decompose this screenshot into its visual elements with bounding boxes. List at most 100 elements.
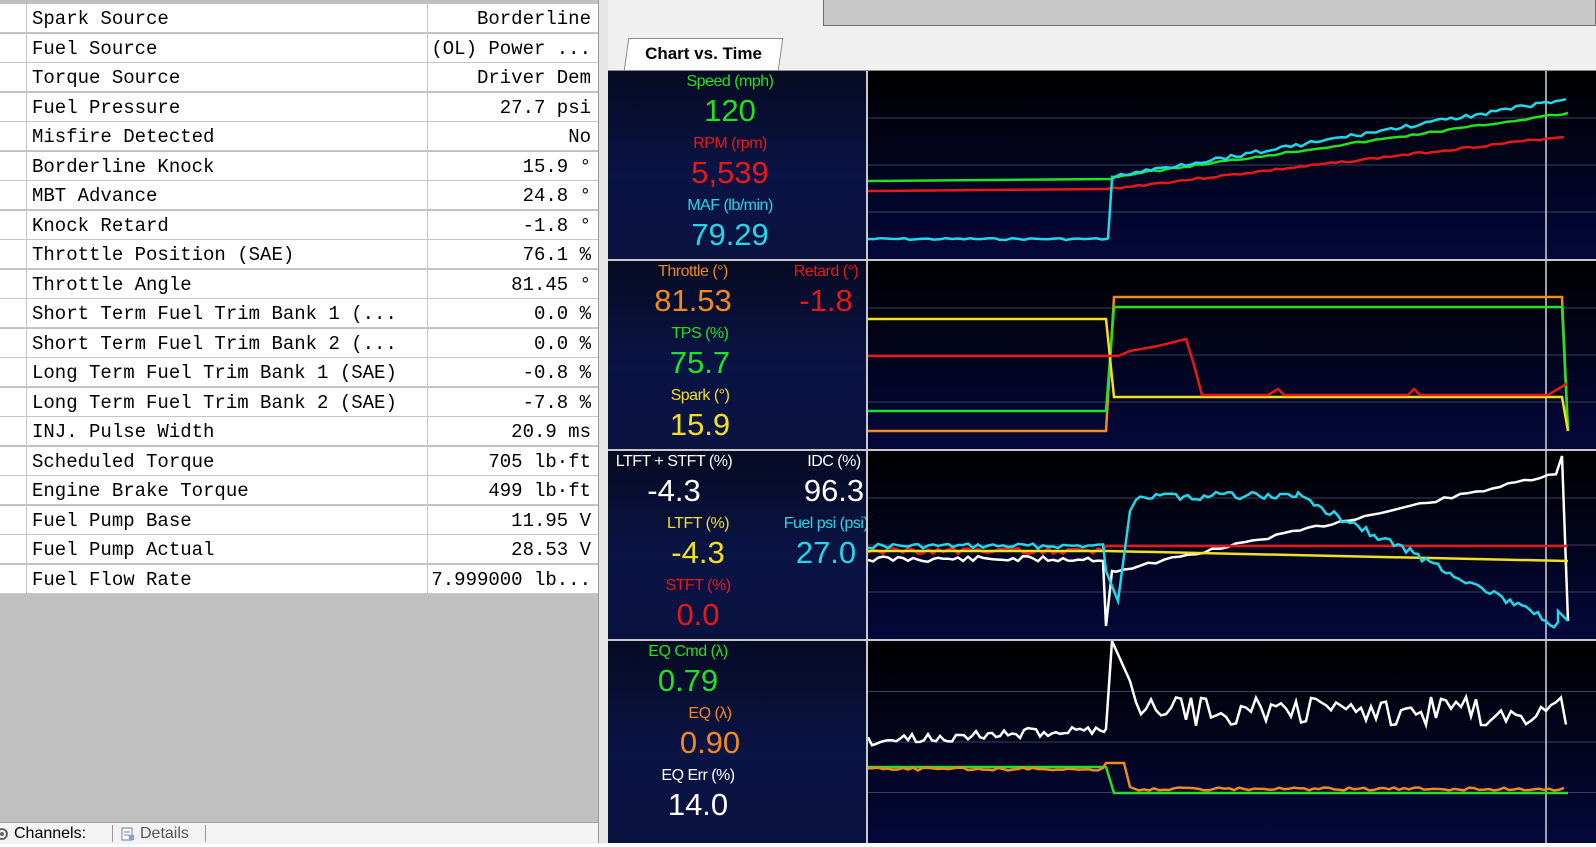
param-name: Fuel Pump Base bbox=[32, 509, 192, 532]
param-value: 24.8 ° bbox=[522, 185, 591, 207]
row-header bbox=[0, 476, 27, 505]
trace-svg bbox=[868, 451, 1596, 639]
param-value: -1.8 ° bbox=[522, 214, 591, 237]
document-icon bbox=[120, 826, 136, 842]
param-name: Short Term Fuel Trim Bank 1 (... bbox=[32, 303, 397, 325]
param-name: Knock Retard bbox=[32, 214, 169, 237]
param-row[interactable]: Fuel Flow Rate 7.999000 lb... bbox=[0, 564, 598, 594]
param-row[interactable]: INJ. Pulse Width 20.9 ms bbox=[0, 417, 598, 446]
param-value: 0.0 % bbox=[533, 303, 591, 325]
panel-divider bbox=[608, 449, 1596, 451]
row-header bbox=[0, 446, 27, 476]
param-value: 76.1 % bbox=[522, 244, 591, 266]
param-row[interactable]: Borderline Knock 15.9 ° bbox=[0, 151, 598, 181]
param-name: Fuel Pump Actual bbox=[32, 539, 215, 561]
param-row[interactable]: Long Term Fuel Trim Bank 1 (SAE) -0.8 % bbox=[0, 358, 598, 387]
param-value-cell: 11.95 V bbox=[427, 505, 598, 535]
readout-label: IDC (%) bbox=[807, 453, 861, 470]
splitter-handle[interactable] bbox=[598, 0, 608, 843]
param-value-cell: -7.8 % bbox=[427, 387, 598, 417]
readout-label: LTFT (%) bbox=[666, 515, 730, 532]
param-value: 499 lb·ft bbox=[488, 480, 591, 502]
row-header bbox=[0, 417, 27, 446]
param-row[interactable]: Fuel Pump Base 11.95 V bbox=[0, 505, 598, 535]
param-row[interactable]: Engine Brake Torque 499 lb·ft bbox=[0, 476, 598, 505]
tab-separator bbox=[205, 825, 206, 842]
param-name: Throttle Position (SAE) bbox=[32, 244, 295, 266]
row-header bbox=[0, 535, 27, 564]
readout-value: -4.3 bbox=[647, 473, 701, 508]
readout-value: 96.3 bbox=[803, 473, 865, 508]
readout-value: -4.3 bbox=[671, 535, 725, 570]
chart-panel-throttle: Throttle (°) 81.53 Retard (°) -1.8 TPS (%) 75… bbox=[608, 261, 1596, 449]
chart-area[interactable]: Speed (mph) 120 RPM (rpm) 5,539 MAF (lb/min)… bbox=[608, 71, 1596, 843]
param-value-cell: Driver Dem bbox=[427, 63, 598, 92]
param-row[interactable]: Short Term Fuel Trim Bank 1 (... 0.0 % bbox=[0, 299, 598, 328]
param-name: Spark Source bbox=[32, 8, 169, 30]
tab-details-label: Details bbox=[140, 825, 189, 842]
param-value-cell: 76.1 % bbox=[427, 240, 598, 269]
param-row[interactable]: Short Term Fuel Trim Bank 2 (... 0.0 % bbox=[0, 328, 598, 358]
param-value: Driver Dem bbox=[476, 67, 591, 89]
readout-panel: LTFT + STFT (%) -4.3 IDC (%) 96.3 LTFT (%) -4… bbox=[608, 451, 869, 639]
row-header bbox=[0, 92, 27, 122]
param-value-cell: 499 lb·ft bbox=[427, 476, 598, 505]
param-value-cell: 7.999000 lb... bbox=[427, 564, 598, 594]
row-header bbox=[0, 269, 27, 299]
param-name: Throttle Angle bbox=[32, 273, 192, 296]
param-name: INJ. Pulse Width bbox=[32, 421, 215, 443]
param-row[interactable]: MBT Advance 24.8 ° bbox=[0, 181, 598, 210]
readout-value: 120 bbox=[704, 93, 756, 128]
param-row[interactable]: Fuel Source (OL) Power ... bbox=[0, 33, 598, 63]
readout-value: 81.53 bbox=[654, 283, 732, 318]
param-name: MBT Advance bbox=[32, 185, 158, 207]
param-value-cell: 705 lb·ft bbox=[427, 446, 598, 476]
chart-pane: Chart vs. Time Speed (mph) 120 RPM (rpm) 5,… bbox=[608, 0, 1596, 843]
row-header bbox=[0, 210, 27, 240]
param-value-cell: -0.8 % bbox=[427, 358, 598, 387]
param-value-cell: 28.53 V bbox=[427, 535, 598, 564]
param-row[interactable]: Misfire Detected No bbox=[0, 122, 598, 151]
param-row[interactable]: Spark Source Borderline bbox=[0, 4, 598, 33]
param-row[interactable]: Fuel Pressure 27.7 psi bbox=[0, 92, 598, 122]
empty-area bbox=[0, 607, 598, 822]
param-value-cell: 0.0 % bbox=[427, 299, 598, 328]
readout-label: Spark (°) bbox=[670, 387, 730, 404]
row-header bbox=[0, 151, 27, 181]
readout-value: -1.8 bbox=[799, 283, 853, 318]
param-row[interactable]: Throttle Angle 81.45 ° bbox=[0, 269, 598, 299]
param-row[interactable]: Knock Retard -1.8 ° bbox=[0, 210, 598, 240]
readout-label: MAF (lb/min) bbox=[687, 197, 773, 214]
chart-tab-strip: Chart vs. Time bbox=[608, 38, 1596, 71]
param-value-cell: (OL) Power ... bbox=[427, 33, 598, 63]
readout-value: 75.7 bbox=[669, 345, 731, 380]
plot-area[interactable] bbox=[868, 261, 1596, 449]
channels-panel: Spark Source Borderline Fuel Source (OL) Po… bbox=[0, 0, 598, 843]
row-header bbox=[0, 299, 27, 328]
plot-area[interactable] bbox=[868, 71, 1596, 259]
param-value-cell: 20.9 ms bbox=[427, 417, 598, 446]
chart-panel-speed: Speed (mph) 120 RPM (rpm) 5,539 MAF (lb/min)… bbox=[608, 71, 1596, 259]
param-row[interactable]: Fuel Pump Actual 28.53 V bbox=[0, 535, 598, 564]
tab-channels[interactable]: Channels: bbox=[0, 825, 86, 843]
tab-chart-vs-time[interactable]: Chart vs. Time bbox=[623, 38, 784, 71]
readout-divider bbox=[866, 71, 868, 843]
param-name: Torque Source bbox=[32, 67, 181, 89]
param-value-cell: No bbox=[427, 122, 598, 151]
param-value-cell: 0.0 % bbox=[427, 328, 598, 358]
param-row[interactable]: Torque Source Driver Dem bbox=[0, 63, 598, 92]
param-row[interactable]: Throttle Position (SAE) 76.1 % bbox=[0, 240, 598, 269]
plot-area[interactable] bbox=[868, 451, 1596, 639]
readout-value: 0.90 bbox=[679, 725, 741, 760]
plot-area[interactable] bbox=[868, 641, 1596, 843]
readout-value: 5,539 bbox=[691, 155, 769, 190]
trace-line bbox=[868, 317, 1570, 432]
tab-details[interactable]: Details bbox=[120, 825, 189, 843]
param-value: (OL) Power ... bbox=[431, 37, 591, 60]
param-row[interactable]: Scheduled Torque 705 lb·ft bbox=[0, 446, 598, 476]
param-row[interactable]: Long Term Fuel Trim Bank 2 (SAE) -7.8 % bbox=[0, 387, 598, 417]
readout-value: 79.29 bbox=[691, 217, 769, 252]
trace-line bbox=[868, 641, 1568, 747]
trace-line bbox=[868, 455, 1570, 627]
readout-label: Speed (mph) bbox=[686, 73, 775, 90]
